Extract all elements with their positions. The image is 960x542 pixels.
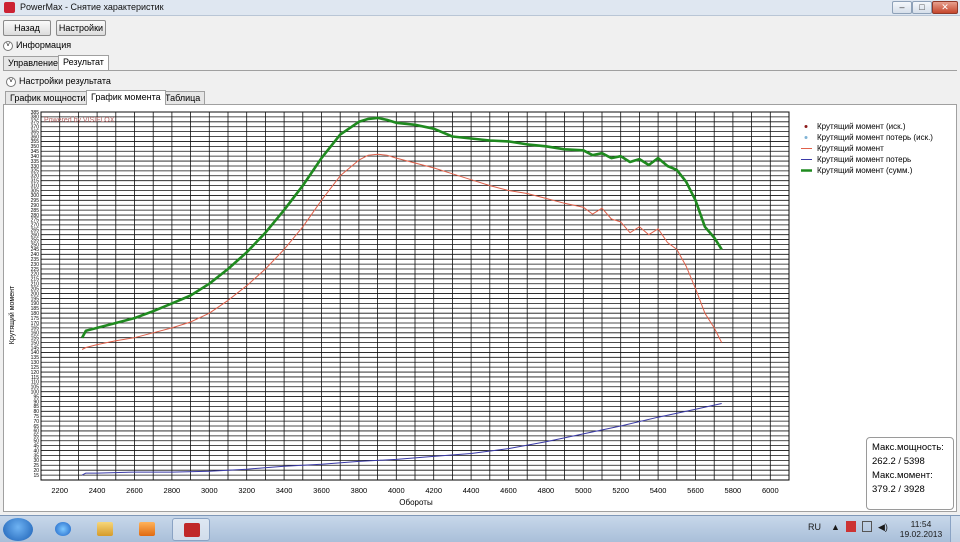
x-tick-label: 3600 (313, 486, 330, 495)
tab-torque-graph[interactable]: График момента (86, 90, 166, 105)
action-center-icon[interactable] (846, 521, 856, 532)
x-tick-label: 2400 (89, 486, 106, 495)
start-button-icon[interactable] (3, 518, 33, 541)
tab-power-graph[interactable]: График мощности (5, 91, 91, 105)
window-title: PowerMax - Снятие характеристик (20, 2, 164, 12)
chevron-down-icon[interactable]: ˅ (6, 76, 16, 87)
info-section-header[interactable]: ˅ Информация (3, 40, 71, 51)
x-tick-label: 6000 (762, 486, 779, 495)
tab-divider (3, 70, 957, 71)
x-tick-label: 5000 (575, 486, 592, 495)
max-torque-label: Макс.момент: (872, 470, 933, 481)
legend-label: Крутящий момент потерь (иск.) (817, 133, 933, 142)
max-torque-value: 379.2 / 3928 (872, 484, 925, 495)
tab-result[interactable]: Результат (58, 55, 109, 70)
taskbar-powermax-icon[interactable] (172, 518, 210, 541)
result-settings-header[interactable]: ˅ Настройки результата (6, 76, 111, 87)
chevron-down-icon[interactable]: ˅ (3, 40, 13, 51)
network-icon[interactable] (862, 521, 872, 532)
clock-date: 19.02.2013 (899, 529, 943, 539)
tab-control[interactable]: Управление (3, 56, 64, 70)
x-axis-label: Обороты (399, 498, 433, 507)
x-tick-label: 2200 (51, 486, 68, 495)
x-tick-label: 3400 (276, 486, 293, 495)
tray-expand-icon[interactable]: ▲ (831, 522, 840, 532)
volume-icon[interactable]: ◀) (878, 522, 888, 533)
chart-panel: 15 20 25 30 35 40 45 50 55 60 65 70 75 80 85 90 95 100 105… (3, 104, 957, 512)
settings-button[interactable]: Настройки (56, 20, 106, 36)
legend-label: Крутящий момент (817, 144, 884, 153)
x-tick-label: 4600 (500, 486, 517, 495)
clock[interactable]: 11:54 19.02.2013 (895, 519, 947, 539)
x-tick-label: 4200 (425, 486, 442, 495)
torque-chart: 1520253035404550556065707580859095100105… (8, 110, 933, 507)
y-tick-label: 385 (31, 110, 40, 116)
taskbar: RU ▲ ◀) 11:54 19.02.2013 (0, 515, 960, 542)
x-tick-label: 5800 (725, 486, 742, 495)
x-tick-label: 3200 (238, 486, 255, 495)
x-tick-label: 3800 (351, 486, 368, 495)
max-power-label: Макс.мощность: (872, 442, 944, 453)
max-values-box: Макс.мощность: 262.2 / 5398 Макс.момент:… (866, 437, 954, 510)
show-desktop-button[interactable] (950, 516, 960, 542)
result-settings-label: Настройки результата (19, 76, 111, 86)
x-tick-label: 4800 (538, 486, 555, 495)
taskbar-explorer-icon[interactable] (86, 518, 124, 541)
legend-label: Крутящий момент потерь (817, 155, 911, 164)
x-tick-label: 5200 (612, 486, 629, 495)
taskbar-ie-icon[interactable] (44, 518, 82, 541)
x-tick-label: 4400 (463, 486, 480, 495)
taskbar-media-icon[interactable] (128, 518, 166, 541)
legend-marker (804, 125, 808, 128)
maximize-button[interactable]: □ (912, 1, 932, 14)
info-section-label: Информация (16, 40, 72, 50)
x-tick-label: 2800 (164, 486, 181, 495)
watermark-text: Powered by VISIFLOX (44, 117, 115, 124)
clock-time: 11:54 (910, 519, 932, 529)
tab-table[interactable]: Таблица (160, 91, 206, 105)
minimize-button[interactable]: – (892, 1, 912, 14)
max-power-value: 262.2 / 5398 (872, 456, 925, 467)
y-axis-label: Крутящий момент (8, 285, 16, 344)
x-tick-label: 3000 (201, 486, 218, 495)
x-tick-label: 2600 (126, 486, 143, 495)
legend-label: Крутящий момент (сумм.) (817, 166, 913, 175)
language-indicator[interactable]: RU (808, 522, 821, 532)
legend-label: Крутящий момент (иск.) (817, 122, 906, 131)
x-tick-label: 4000 (388, 486, 405, 495)
legend-marker (804, 136, 808, 139)
app-car-icon (4, 2, 15, 13)
x-tick-label: 5600 (687, 486, 704, 495)
close-button[interactable]: ✕ (932, 1, 958, 14)
back-button[interactable]: Назад (3, 20, 51, 36)
window-titlebar: PowerMax - Снятие характеристик – □ ✕ (0, 0, 960, 16)
x-tick-label: 5400 (650, 486, 667, 495)
